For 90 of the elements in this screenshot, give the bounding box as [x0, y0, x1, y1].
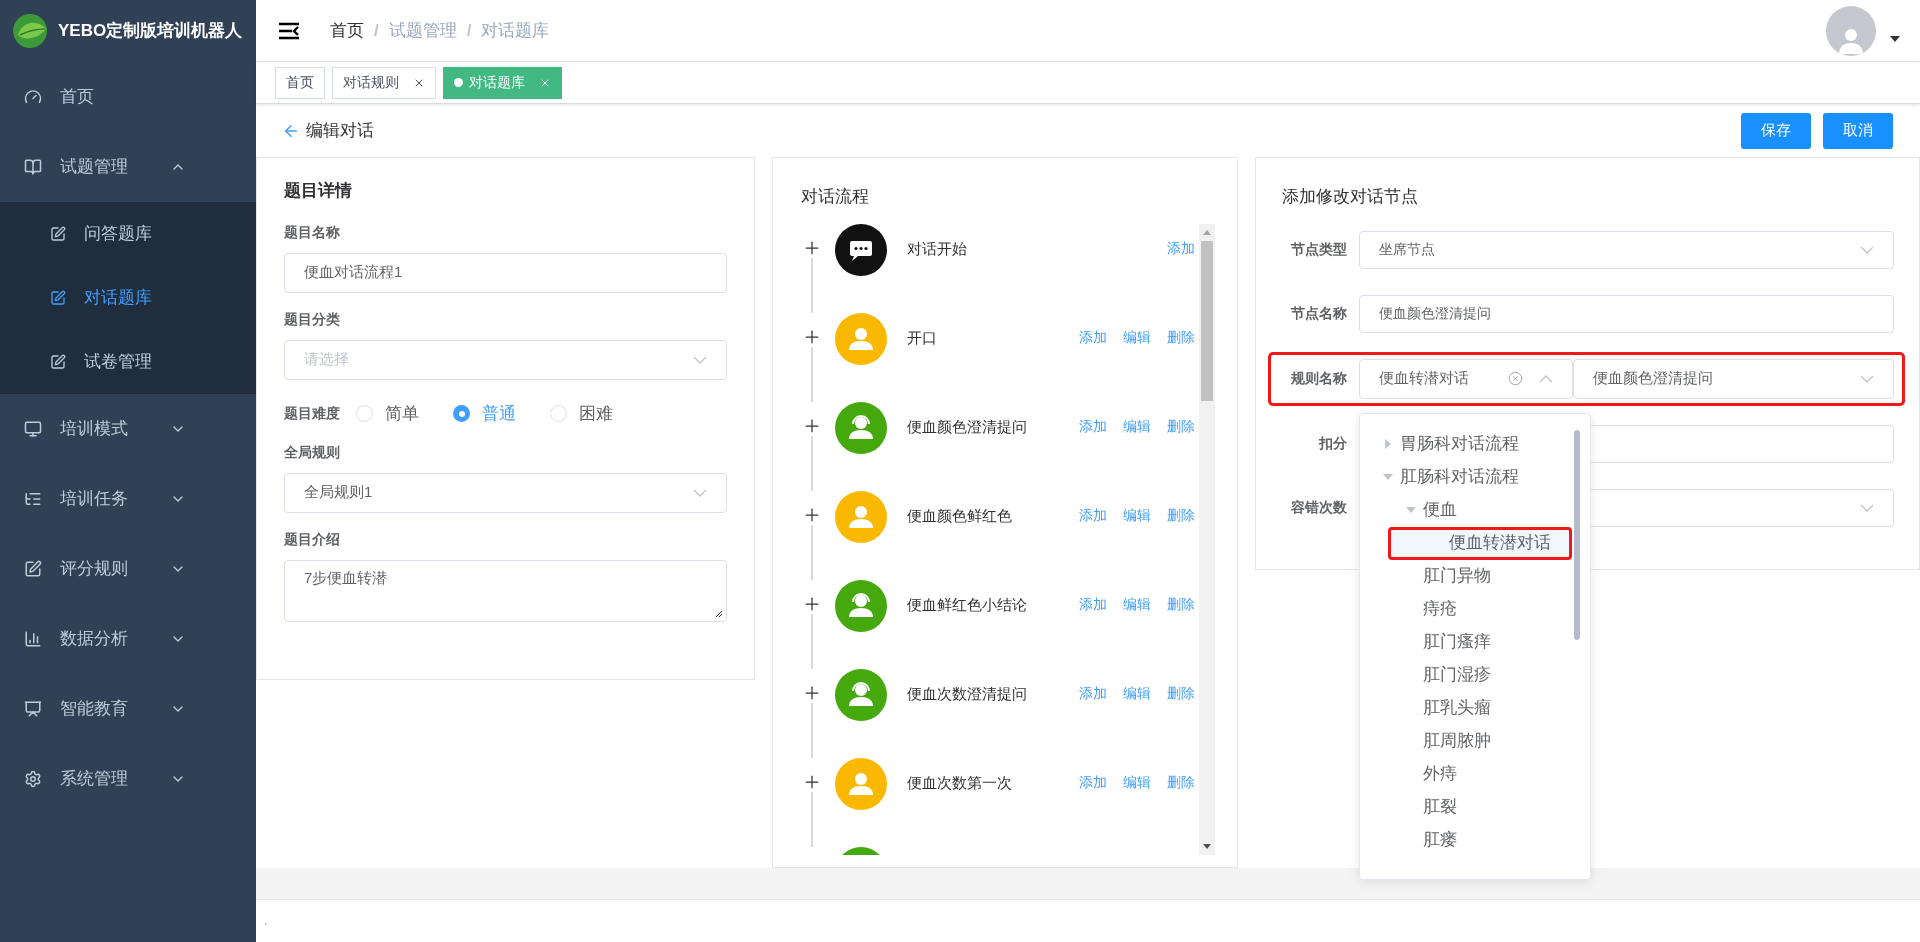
tree-item[interactable]: 胃肠科对话流程 — [1366, 427, 1572, 461]
tree-item[interactable]: 肛乳头瘤 — [1366, 691, 1572, 725]
tree-item[interactable]: 肛肠科对话流程 — [1366, 460, 1572, 494]
submenu-item[interactable]: 问答题库 — [0, 202, 256, 266]
select-field[interactable]: 坐席节点 — [1359, 230, 1894, 269]
edit-icon — [50, 354, 66, 370]
footer-text: . — [264, 914, 268, 928]
headset-person-icon — [835, 579, 887, 632]
app-title: YEBO定制版培训机器人 — [58, 20, 243, 43]
person-icon — [835, 490, 887, 543]
sidebar-item[interactable]: 试题管理 — [0, 132, 256, 202]
tree-item[interactable]: 肛裂 — [1366, 790, 1572, 824]
tree-item[interactable]: 外痔 — [1366, 757, 1572, 791]
node-label: 便血次数澄清提问 — [907, 683, 1028, 704]
field-label: 题目名称 — [284, 222, 341, 242]
avatar[interactable] — [1826, 5, 1876, 56]
breadcrumb-separator: / — [374, 19, 379, 42]
radio-option[interactable]: 简单 — [356, 400, 419, 427]
node-label: 便血次数第一次 — [907, 772, 1013, 793]
node-label: 开口 — [907, 327, 938, 348]
leaf-logo-icon — [12, 13, 48, 49]
chevron-down-icon — [1860, 374, 1874, 383]
page-title: 编辑对话 — [306, 119, 374, 142]
breadcrumb-item: 对话题库 — [481, 19, 550, 42]
tab[interactable]: 首页 — [275, 66, 325, 99]
edit-icon — [50, 226, 66, 242]
field-label: 扣分 — [1317, 434, 1347, 453]
tree-item[interactable]: 痔疮 — [1366, 592, 1572, 626]
chevron-down-icon — [693, 355, 707, 364]
person-icon — [835, 757, 887, 810]
node-label: 对话开始 — [907, 238, 968, 259]
scroll-down-arrow-icon[interactable] — [1203, 844, 1211, 849]
scroll-up-arrow-icon[interactable] — [1203, 229, 1211, 235]
tree-item[interactable]: 肛瘘 — [1366, 823, 1572, 857]
panel-title: 对话流程 — [801, 186, 870, 208]
breadcrumb-item[interactable]: 首页 — [330, 17, 364, 44]
submenu-item[interactable]: 试卷管理 — [0, 330, 256, 394]
caret-down-icon[interactable] — [1890, 35, 1900, 42]
caret-right-icon[interactable] — [1385, 439, 1391, 449]
panel-title: 题目详情 — [284, 180, 353, 202]
scrollbar[interactable] — [1199, 223, 1215, 855]
sidebar-item[interactable]: 培训任务 — [0, 464, 256, 534]
sidebar-item[interactable]: 数据分析 — [0, 604, 256, 674]
breadcrumb-separator: / — [466, 19, 472, 42]
field-label: 题目分类 — [284, 309, 341, 329]
cascader-field[interactable]: 便血转潜对话 — [1359, 358, 1573, 399]
field-label: 题目介绍 — [284, 529, 341, 549]
input-field[interactable]: 便血对话流程1 — [284, 252, 727, 293]
field-label: 容错次数 — [1290, 498, 1347, 517]
clear-icon[interactable] — [1508, 371, 1523, 386]
scrollbar[interactable] — [1574, 429, 1580, 640]
sidebar-item[interactable]: 评分规则 — [0, 534, 256, 604]
chat-bubble-icon — [835, 223, 887, 276]
node-label: 便血鲜红色小结论 — [907, 594, 1028, 615]
sidebar-item[interactable]: 培训模式 — [0, 394, 256, 464]
input-field[interactable]: 便血颜色澄清提问 — [1359, 294, 1894, 333]
headset-person-icon — [835, 668, 887, 721]
sidebar-item[interactable]: 系统管理 — [0, 744, 256, 814]
sidebar-item[interactable]: 智能教育 — [0, 674, 256, 744]
chevron-down-icon — [1860, 503, 1874, 512]
chevron-up-icon — [1539, 374, 1553, 383]
node-label: 便血颜色澄清提问 — [907, 416, 1028, 437]
field-label: 全局规则 — [284, 442, 341, 462]
tree-item[interactable]: 便血转潜对话 — [1388, 526, 1572, 560]
person-icon — [835, 312, 887, 365]
edit-icon — [50, 290, 66, 306]
textarea-field[interactable]: 7步便血转潜 — [284, 559, 727, 622]
tab[interactable]: 对话规则 — [332, 66, 436, 99]
chevron-down-icon — [693, 488, 707, 497]
field-label: 节点名称 — [1290, 304, 1347, 323]
headset-person-icon — [835, 401, 887, 454]
submenu-item[interactable]: 对话题库 — [0, 266, 256, 330]
tree-item[interactable]: 肛周脓肿 — [1366, 724, 1572, 758]
tree-item[interactable]: 肛门湿疹 — [1366, 658, 1572, 692]
select-field[interactable]: 便血颜色澄清提问 — [1573, 358, 1894, 399]
field-label: 规则名称 — [1290, 369, 1347, 388]
scrollbar-thumb[interactable] — [1201, 240, 1213, 401]
chevron-down-icon — [1860, 245, 1874, 254]
tree-item[interactable]: 便血 — [1366, 493, 1572, 527]
field-label: 节点类型 — [1290, 240, 1347, 259]
tree-item[interactable]: 肛门瘙痒 — [1366, 625, 1572, 659]
node-label: 便血颜色鲜红色 — [907, 505, 1013, 526]
select-field[interactable]: 全局规则1 — [284, 472, 727, 513]
field-label: 题目难度 — [284, 404, 340, 423]
radio-option[interactable]: 困难 — [550, 400, 613, 427]
tree-item[interactable]: 肛门异物 — [1366, 559, 1572, 593]
panel-title: 添加修改对话节点 — [1282, 186, 1419, 208]
sidebar-item[interactable]: 首页 — [0, 62, 256, 132]
breadcrumb-item: 试题管理 — [388, 19, 457, 42]
resize-handle-icon[interactable] — [715, 609, 723, 618]
